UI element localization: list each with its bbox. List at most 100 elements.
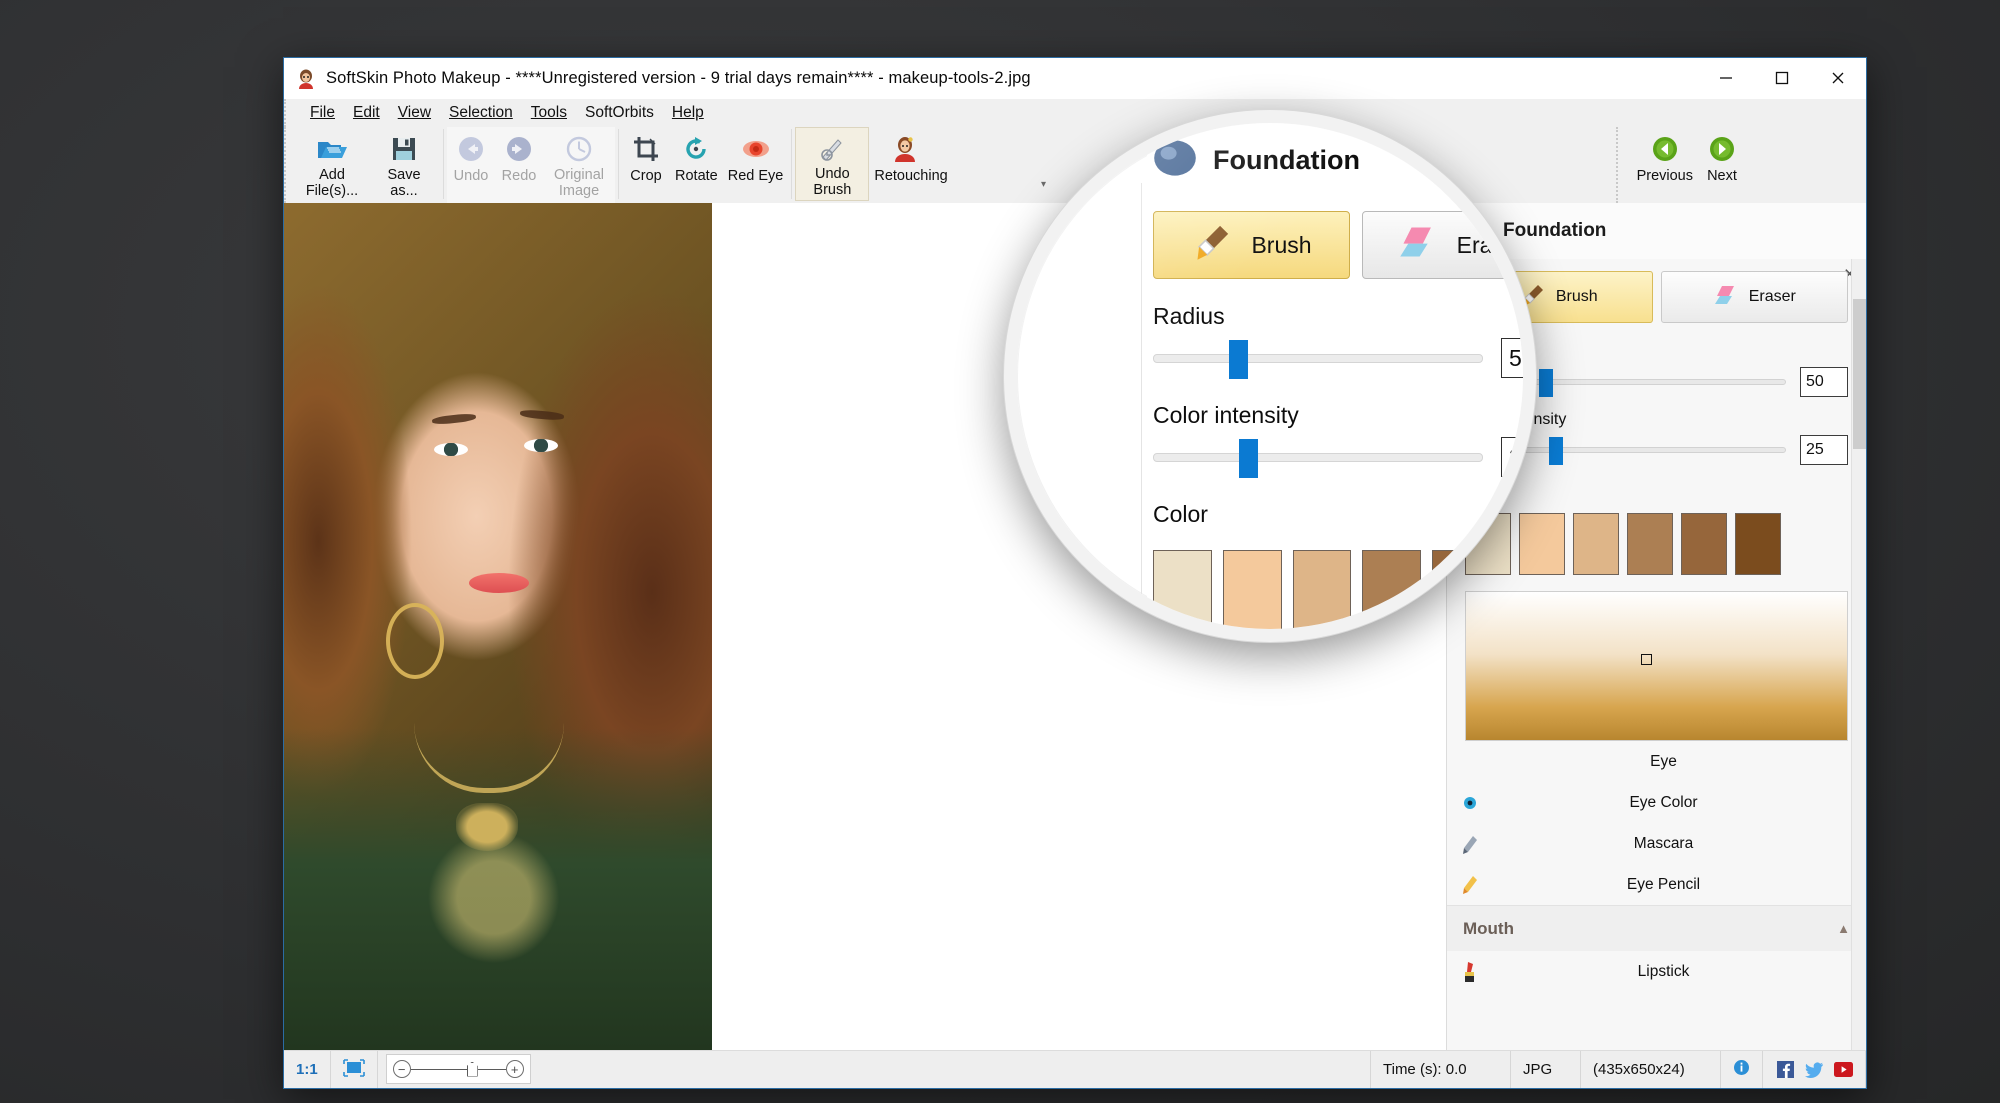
- menu-view[interactable]: View: [389, 102, 440, 124]
- image-canvas[interactable]: [284, 203, 712, 1050]
- tool-row-lipstick[interactable]: Lipstick: [1447, 951, 1866, 992]
- tool-row-mascara[interactable]: Mascara: [1447, 823, 1866, 864]
- menu-softorbits-label: SoftOrbits: [584, 104, 654, 121]
- green-right-arrow-icon: [1708, 133, 1736, 165]
- lens-color-swatch-row: [1147, 536, 1523, 629]
- gradient-picker-marker[interactable]: [1641, 654, 1652, 665]
- color-swatch[interactable]: [1735, 513, 1781, 575]
- color-intensity-value-input[interactable]: 25: [1800, 435, 1848, 465]
- close-button[interactable]: [1810, 58, 1866, 98]
- lens-radius-value-input[interactable]: 50: [1501, 338, 1523, 378]
- red-eye-button[interactable]: Red Eye: [723, 127, 789, 201]
- lens-panel-divider: [1141, 183, 1142, 629]
- color-swatch[interactable]: [1519, 513, 1565, 575]
- lens-eraser-mode-button[interactable]: Eraser: [1362, 211, 1525, 279]
- original-image-button[interactable]: Original Image: [543, 127, 615, 201]
- menu-help[interactable]: Help: [663, 102, 713, 124]
- add-files-button[interactable]: Add File(s)...: [296, 127, 368, 201]
- lipstick-icon: [1447, 961, 1493, 983]
- tool-row-eye-partial[interactable]: Eye: [1447, 741, 1866, 782]
- lens-color-swatch[interactable]: [1153, 550, 1212, 629]
- radius-value-input[interactable]: 50: [1800, 367, 1848, 397]
- previous-button[interactable]: Previous: [1632, 127, 1698, 201]
- chevron-up-icon[interactable]: ▲: [1837, 921, 1850, 936]
- tool-label-eye-pencil: Eye Pencil: [1626, 875, 1701, 893]
- tool-row-eye-color[interactable]: Eye Color: [1447, 782, 1866, 823]
- undo-arrow-icon: [456, 133, 486, 165]
- zoom-slider-control[interactable]: − +: [385, 1054, 531, 1084]
- lens-color-intensity-slider-thumb[interactable]: [1239, 438, 1259, 478]
- redo-label: Redo: [501, 168, 537, 184]
- lens-color-swatch[interactable]: [1222, 550, 1282, 629]
- lens-color-swatch[interactable]: [1432, 550, 1492, 629]
- zoom-ratio-cell[interactable]: 1:1: [284, 1051, 331, 1088]
- next-button[interactable]: Next: [1698, 127, 1746, 201]
- lens-color-intensity-slider-row: 25: [1147, 437, 1523, 478]
- menu-file[interactable]: File: [301, 102, 344, 124]
- info-button[interactable]: [1721, 1051, 1763, 1088]
- redo-button[interactable]: Redo: [495, 127, 543, 201]
- rotate-button[interactable]: Rotate: [670, 127, 723, 201]
- color-swatch[interactable]: [1573, 513, 1619, 575]
- zoom-in-button[interactable]: +: [505, 1060, 524, 1078]
- radius-slider-thumb[interactable]: [1539, 369, 1554, 397]
- floppy-disk-icon: [391, 133, 417, 164]
- undo-brush-icon: [818, 134, 846, 163]
- menu-help-label: Help: [671, 104, 704, 121]
- pencil-icon: [1447, 875, 1493, 895]
- lens-color-intensity-slider-track[interactable]: [1153, 438, 1483, 478]
- lens-radius-slider-thumb[interactable]: [1229, 339, 1249, 379]
- eraser-mode-button[interactable]: Eraser: [1660, 271, 1848, 323]
- fit-to-screen-button[interactable]: [331, 1051, 378, 1088]
- panel-scrollbar-thumb[interactable]: [1853, 299, 1866, 449]
- time-cell: Time (s): 0.0: [1371, 1051, 1511, 1088]
- original-image-label: Original Image: [554, 167, 604, 199]
- color-intensity-slider-thumb[interactable]: [1548, 437, 1563, 465]
- lens-radius-slider-track[interactable]: [1153, 339, 1483, 379]
- crop-button[interactable]: Crop: [622, 127, 670, 201]
- face-brow-right: [519, 409, 565, 421]
- lens-color-swatch[interactable]: [1362, 550, 1422, 629]
- menu-tools[interactable]: Tools: [522, 102, 576, 124]
- zoom-out-button[interactable]: −: [392, 1060, 411, 1078]
- info-icon: [1733, 1059, 1750, 1080]
- menu-selection-label: Selection: [449, 104, 513, 121]
- magnified-panel-content: Foundation Brush Eraser Radius 50 Color …: [1017, 123, 1525, 629]
- twitter-icon[interactable]: [1804, 1061, 1824, 1079]
- minimize-button[interactable]: [1698, 58, 1754, 98]
- color-swatch[interactable]: [1681, 513, 1727, 575]
- lens-color-intensity-label: Color intensity: [1153, 402, 1299, 428]
- lens-panel-header: Foundation: [1147, 123, 1523, 197]
- open-folder-icon: [317, 133, 347, 164]
- tool-row-eye-pencil[interactable]: Eye Pencil: [1447, 864, 1866, 905]
- lens-brush-mode-button[interactable]: Brush: [1153, 211, 1350, 279]
- lens-eraser-mode-label: Eraser: [1456, 231, 1525, 258]
- green-left-arrow-icon: [1651, 133, 1679, 165]
- menu-edit-label: Edit: [352, 104, 380, 121]
- save-as-button[interactable]: Save as...: [368, 127, 440, 201]
- menu-softorbits[interactable]: SoftOrbits: [576, 102, 663, 124]
- color-swatch[interactable]: [1627, 513, 1673, 575]
- status-bar: 1:1 − + Time (s): 0.0 JPG (435x650x24): [284, 1050, 1866, 1088]
- lens-panel-title: Foundation: [1213, 144, 1360, 175]
- lens-color-swatch[interactable]: [1292, 550, 1352, 629]
- undo-brush-button[interactable]: Undo Brush: [795, 127, 870, 201]
- menu-edit[interactable]: Edit: [344, 102, 389, 124]
- lens-radius-slider-row: 50: [1147, 338, 1523, 379]
- face-eye-left: [434, 443, 468, 456]
- eraser-icon: [1713, 282, 1739, 313]
- toolbar-group-history: Undo Redo Original Image: [447, 127, 615, 203]
- maximize-button[interactable]: [1754, 58, 1810, 98]
- save-as-label: Save as...: [387, 167, 421, 199]
- undo-button[interactable]: Undo: [447, 127, 495, 201]
- youtube-icon[interactable]: [1833, 1061, 1853, 1079]
- panel-scrollbar[interactable]: [1851, 259, 1866, 1050]
- facebook-icon[interactable]: [1775, 1061, 1795, 1079]
- lens-radius-label: Radius: [1153, 303, 1225, 329]
- zoom-slider-knob[interactable]: [466, 1061, 478, 1077]
- title-bar: SoftSkin Photo Makeup - ****Unregistered…: [284, 58, 1866, 99]
- menu-selection[interactable]: Selection: [440, 102, 522, 124]
- menu-view-label: View: [397, 104, 432, 121]
- retouching-button[interactable]: Retouching: [869, 127, 948, 201]
- section-header-mouth[interactable]: Mouth ▲: [1447, 905, 1866, 951]
